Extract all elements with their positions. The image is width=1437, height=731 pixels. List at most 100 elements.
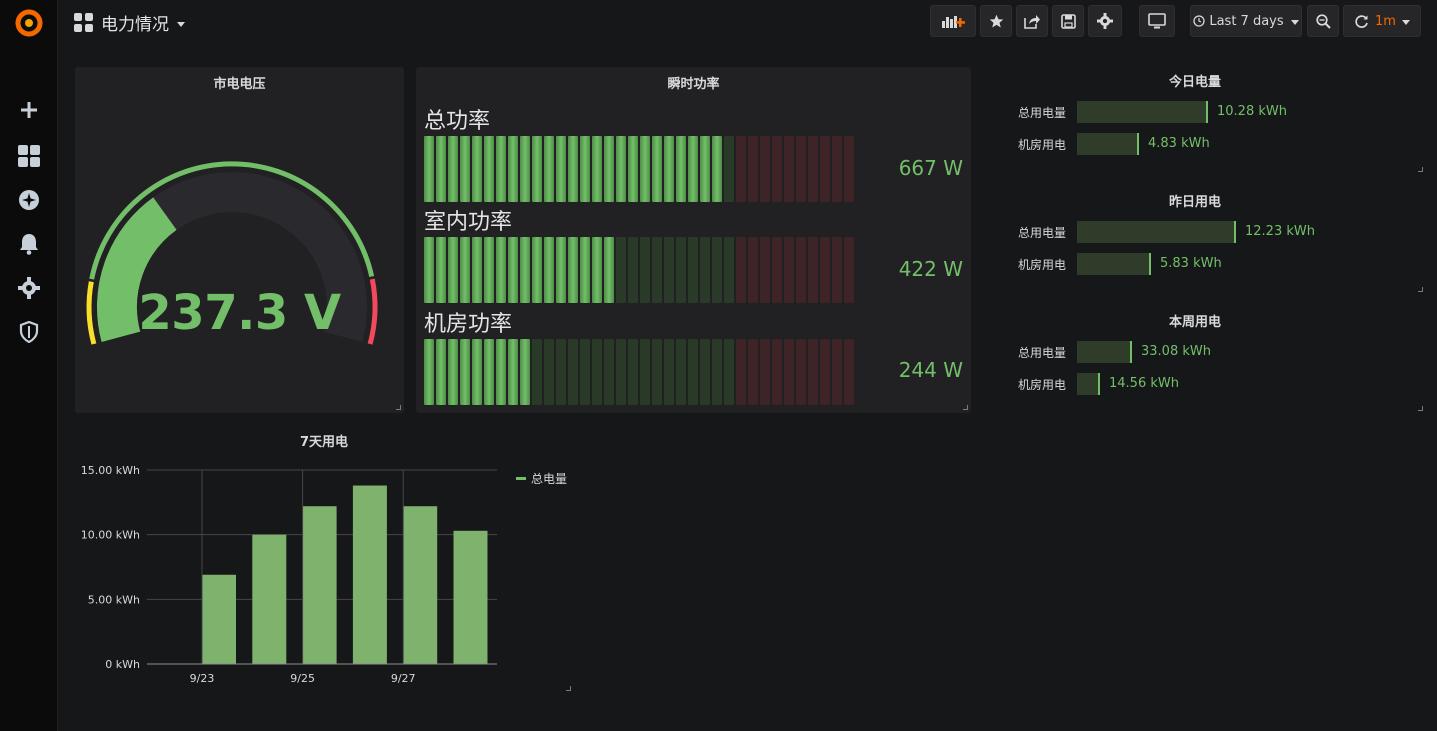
bar-gauge-cell	[760, 136, 770, 202]
panel-resize-handle[interactable]	[1418, 406, 1423, 411]
energy-row-value: 4.83 kWh	[1148, 136, 1210, 151]
bar-gauge-cell	[568, 136, 578, 202]
top-navbar: 电力情况 Last 7 days 1m	[58, 0, 1437, 44]
tv-mode-button[interactable]	[1139, 5, 1175, 37]
star-button[interactable]	[980, 5, 1012, 37]
bar-gauge-cell	[448, 339, 458, 405]
bar-gauge-cell	[604, 136, 614, 202]
bar-gauge-cell	[676, 237, 686, 303]
bar-gauge-cell	[772, 237, 782, 303]
energy-bar	[1077, 221, 1236, 243]
bar-gauge-cell	[700, 237, 710, 303]
bar-gauge-cell	[556, 237, 566, 303]
bar-gauge-cell	[772, 136, 782, 202]
bar-gauge-cell	[808, 136, 818, 202]
bar-gauge-cell	[520, 237, 530, 303]
bar	[403, 506, 438, 664]
shield-icon[interactable]	[15, 318, 43, 346]
bar-gauge-cell	[664, 339, 674, 405]
bar-gauge-cell	[760, 339, 770, 405]
y-tick-label: 15.00 kWh	[81, 464, 140, 477]
energy-row-label: 机房用电	[1018, 378, 1067, 392]
panel-resize-handle[interactable]	[1418, 287, 1423, 292]
grafana-logo-icon[interactable]	[12, 6, 46, 40]
time-range-label: Last 7 days	[1209, 13, 1284, 29]
bar-gauge-cell	[424, 237, 434, 303]
bar-gauge-cell	[712, 237, 722, 303]
save-button[interactable]	[1052, 5, 1084, 37]
bar-gauge-cell	[748, 136, 758, 202]
bar-gauge-cell	[448, 136, 458, 202]
panel-resize-handle[interactable]	[566, 686, 571, 691]
dashboard-settings-button[interactable]	[1088, 5, 1122, 37]
bar-gauge-cell	[724, 237, 734, 303]
save-icon	[1060, 13, 1076, 29]
panel-title[interactable]: 今日电量	[1080, 71, 1310, 90]
bar-gauge-cell	[604, 339, 614, 405]
y-tick-label: 0 kWh	[105, 658, 140, 671]
bar-gauge-cell	[736, 136, 746, 202]
energy-bar	[1077, 341, 1132, 363]
zoom-out-icon	[1315, 13, 1331, 29]
bar-gauge-cell	[640, 237, 650, 303]
bar-gauge-cell	[460, 339, 470, 405]
bar-gauge-cell	[544, 136, 554, 202]
bar-chart: 0 kWh 5.00 kWh 10.00 kWh 15.00 kWh 9/23 9/25 9…	[81, 464, 497, 685]
bar-gauge-cell	[496, 339, 506, 405]
panel-resize-handle[interactable]	[396, 405, 401, 410]
energy-row-label: 总用电量	[1018, 226, 1067, 240]
bar-gauge-cell	[484, 136, 494, 202]
bar-gauge-cell	[688, 136, 698, 202]
bar-gauge-cell	[532, 136, 542, 202]
configuration-icon[interactable]	[15, 274, 43, 302]
panel-title[interactable]: 昨日用电	[1080, 191, 1310, 210]
panel-title[interactable]: 7天用电	[75, 431, 573, 450]
bar-gauge-cell	[832, 136, 842, 202]
energy-row-value: 14.56 kWh	[1109, 376, 1179, 391]
x-tick-label: 9/23	[190, 672, 215, 685]
bar-gauge-cell	[712, 339, 722, 405]
voltage-gauge-panel: 市电电压 237.3 V	[75, 67, 404, 413]
bar-gauge-cell	[700, 339, 710, 405]
add-panel-icon	[942, 16, 965, 28]
bar-gauge-cell	[640, 339, 650, 405]
energy-row-label: 总用电量	[1018, 106, 1067, 120]
bar-gauge-cell	[640, 136, 650, 202]
refresh-interval: 1m	[1375, 13, 1396, 29]
bar-gauge-cell	[568, 237, 578, 303]
bar-gauge-cell	[460, 237, 470, 303]
bar-gauge-cell	[520, 339, 530, 405]
bar-gauge-cell	[616, 237, 626, 303]
panel-resize-handle[interactable]	[963, 405, 968, 410]
bar-gauge-cell	[616, 339, 626, 405]
x-tick-label: 9/25	[290, 672, 315, 685]
plus-icon[interactable]	[15, 96, 43, 124]
zoom-out-button[interactable]	[1307, 5, 1339, 37]
add-panel-button[interactable]	[930, 5, 976, 37]
share-button[interactable]	[1016, 5, 1048, 37]
alerting-icon[interactable]	[15, 230, 43, 258]
bar-gauge-cell	[448, 237, 458, 303]
explore-icon[interactable]	[15, 186, 43, 214]
bar-gauge-cell	[508, 339, 518, 405]
bar-gauge-cell	[652, 136, 662, 202]
bar-gauge-cell	[820, 339, 830, 405]
dashboard-title-picker[interactable]: 电力情况	[74, 10, 185, 35]
panel-title[interactable]: 瞬时功率	[416, 73, 971, 92]
bar-gauge-cell	[532, 339, 542, 405]
x-tick-label: 9/27	[391, 672, 416, 685]
energy-bar	[1077, 101, 1208, 123]
bar-gauge-cell	[784, 136, 794, 202]
bar-gauge-cell	[736, 237, 746, 303]
bar-gauge-cell	[796, 339, 806, 405]
panel-resize-handle[interactable]	[1418, 167, 1423, 172]
bar-gauge-cell	[688, 339, 698, 405]
refresh-picker[interactable]: 1m	[1343, 5, 1421, 37]
bar-gauge-cell	[844, 339, 854, 405]
time-range-picker[interactable]: Last 7 days	[1190, 5, 1302, 37]
bar-gauge-cell	[700, 136, 710, 202]
dashboards-icon[interactable]	[15, 142, 43, 170]
bar-gauge-cell	[580, 136, 590, 202]
chart-legend[interactable]: 总电量	[516, 470, 567, 487]
panel-title[interactable]: 本周用电	[1080, 311, 1310, 330]
